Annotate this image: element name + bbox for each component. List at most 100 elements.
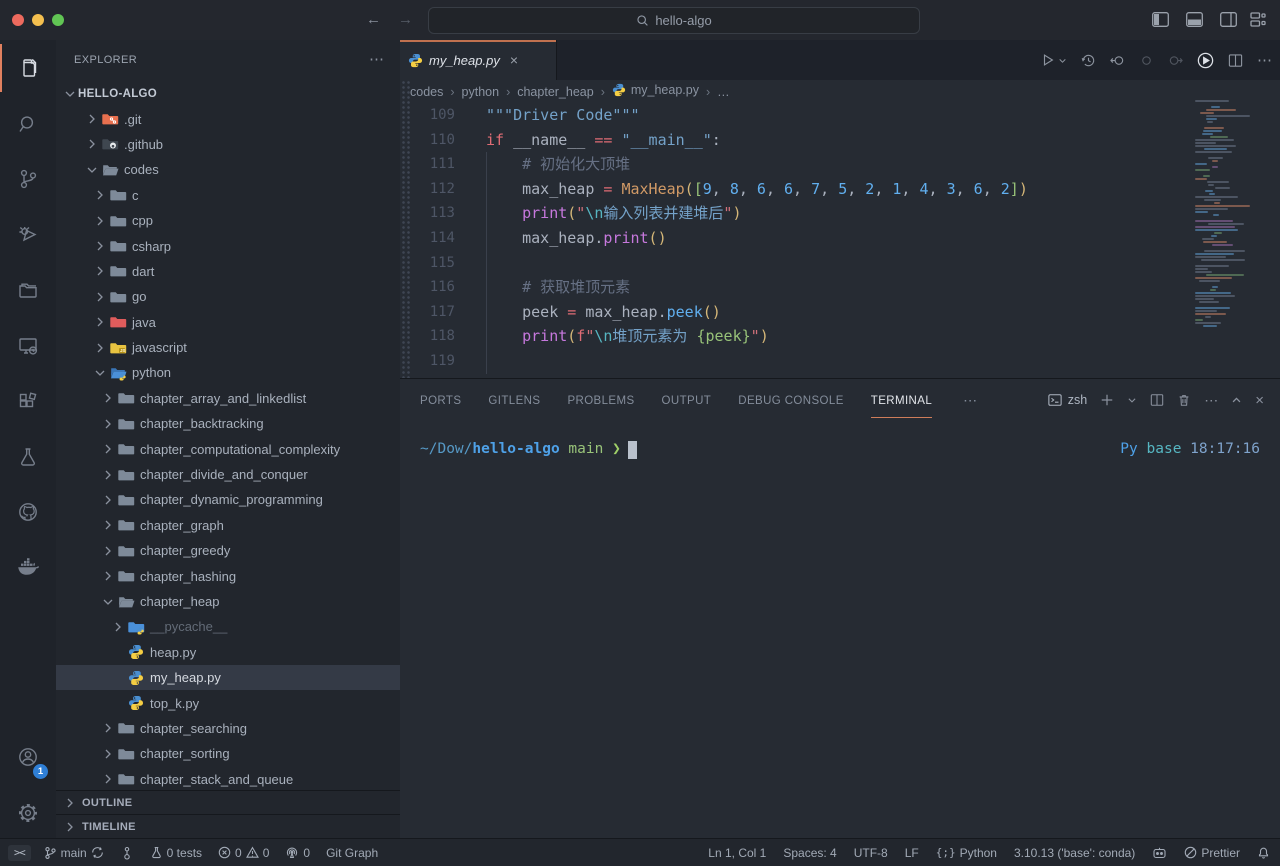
open-changes-forward-icon[interactable] — [1168, 53, 1183, 68]
tree-folder-chapter-backtracking[interactable]: chapter_backtracking — [56, 411, 400, 436]
language-mode[interactable]: {;}Python — [936, 846, 997, 860]
shell-indicator[interactable]: zsh — [1048, 393, 1087, 407]
remote-indicator[interactable]: >< — [8, 845, 31, 861]
tree-folder--git[interactable]: .git — [56, 106, 400, 131]
tree-file-heap-py[interactable]: heap.py — [56, 640, 400, 665]
panel-tab-ports[interactable]: PORTS — [420, 383, 461, 417]
tree-folder-chapter-searching[interactable]: chapter_searching — [56, 716, 400, 741]
panel-tab-output[interactable]: OUTPUT — [662, 383, 712, 417]
breadcrumb[interactable]: codes›python›chapter_heap›my_heap.py›… — [410, 80, 1200, 103]
tree-folder-chapter-heap[interactable]: chapter_heap — [56, 589, 400, 614]
explorer-icon[interactable] — [0, 44, 56, 92]
panel-tab-debug-console[interactable]: DEBUG CONSOLE — [738, 383, 844, 417]
run-and-debug-icon[interactable] — [0, 210, 56, 258]
minimize-window-button[interactable] — [32, 14, 44, 26]
toggle-secondary-sidebar-icon[interactable] — [1220, 12, 1237, 27]
panel-tab-gitlens[interactable]: GITLENS — [488, 383, 540, 417]
tree-folder-chapter-hashing[interactable]: chapter_hashing — [56, 563, 400, 588]
close-window-button[interactable] — [12, 14, 24, 26]
panel-more-actions-icon[interactable]: ⋯ — [1204, 392, 1218, 409]
accounts-icon[interactable]: 1 — [0, 733, 56, 781]
tree-folder-chapter-array-and-linkedlist[interactable]: chapter_array_and_linkedlist — [56, 386, 400, 411]
breadcrumb-item[interactable]: … — [717, 85, 730, 99]
prettier-status[interactable]: Prettier — [1184, 846, 1240, 860]
minimap[interactable] — [1195, 100, 1262, 338]
tab-close-icon[interactable]: × — [510, 52, 518, 68]
source-control-icon[interactable] — [0, 155, 56, 203]
split-terminal-icon[interactable] — [1150, 393, 1164, 407]
extensions-icon[interactable] — [0, 378, 56, 426]
navigate-back-icon[interactable]: ← — [366, 11, 381, 28]
copilot-icon[interactable] — [1152, 846, 1167, 859]
maximize-panel-icon[interactable] — [1231, 395, 1242, 406]
project-manager-icon[interactable] — [0, 266, 56, 314]
docker-icon[interactable] — [0, 543, 56, 591]
feedback-status[interactable]: 0 — [285, 846, 310, 860]
tree-file-my-heap-py[interactable]: my_heap.py — [56, 665, 400, 690]
search-icon[interactable] — [0, 100, 56, 148]
breadcrumb-item[interactable]: python — [462, 85, 500, 99]
close-panel-icon[interactable]: × — [1255, 392, 1264, 409]
tree-folder--pycache-[interactable]: __pycache__ — [56, 614, 400, 639]
tree-folder-python[interactable]: python — [56, 360, 400, 385]
breadcrumb-item[interactable]: chapter_heap — [517, 85, 593, 99]
tree-folder--github[interactable]: .github — [56, 132, 400, 157]
cursor-position[interactable]: Ln 1, Col 1 — [708, 846, 766, 860]
split-editor-icon[interactable] — [1228, 53, 1243, 68]
tree-folder-chapter-sorting[interactable]: chapter_sorting — [56, 741, 400, 766]
manage-icon[interactable] — [0, 789, 56, 837]
terminal-dropdown-icon[interactable] — [1127, 395, 1137, 405]
toggle-panel-icon[interactable] — [1186, 12, 1203, 27]
run-or-debug-icon[interactable] — [1197, 52, 1214, 69]
breadcrumb-item[interactable]: my_heap.py — [612, 83, 699, 100]
tree-folder-dart[interactable]: dart — [56, 259, 400, 284]
tests-status[interactable]: 0 tests — [150, 846, 202, 860]
tree-folder-hello-algo[interactable]: HELLO-ALGO — [56, 81, 400, 106]
tree-folder-chapter-stack-and-queue[interactable]: chapter_stack_and_queue — [56, 767, 400, 792]
github-icon[interactable] — [0, 488, 56, 536]
encoding[interactable]: UTF-8 — [854, 846, 888, 860]
tree-folder-go[interactable]: go — [56, 284, 400, 309]
breadcrumb-item[interactable]: codes — [410, 85, 443, 99]
panel-tab-terminal[interactable]: TERMINAL — [871, 383, 932, 418]
outline-section-header[interactable]: OUTLINE — [56, 790, 400, 815]
tree-folder-chapter-greedy[interactable]: chapter_greedy — [56, 538, 400, 563]
open-changes-icon[interactable] — [1139, 53, 1154, 68]
indentation[interactable]: Spaces: 4 — [783, 846, 836, 860]
panel-tab-problems[interactable]: PROBLEMS — [567, 383, 634, 417]
tree-folder-javascript[interactable]: >JSjavascript — [56, 335, 400, 360]
maximize-window-button[interactable] — [52, 14, 64, 26]
panel-tabs-more-icon[interactable]: ⋯ — [963, 392, 977, 409]
customize-layout-icon[interactable] — [1250, 12, 1266, 27]
notifications-bell-icon[interactable] — [1257, 846, 1270, 859]
run-python-file-icon[interactable] — [1041, 53, 1067, 67]
command-center-search[interactable]: hello-algo — [428, 7, 920, 34]
navigate-forward-icon[interactable]: → — [398, 11, 413, 28]
tree-folder-chapter-dynamic-programming[interactable]: chapter_dynamic_programming — [56, 487, 400, 512]
tree-folder-cpp[interactable]: cpp — [56, 208, 400, 233]
gitlens-status[interactable] — [120, 846, 134, 860]
tree-folder-chapter-computational-complexity[interactable]: chapter_computational_complexity — [56, 436, 400, 461]
branch-status[interactable]: main — [43, 846, 104, 860]
git-graph-status[interactable]: Git Graph — [326, 846, 378, 860]
tree-folder-csharp[interactable]: csharp — [56, 233, 400, 258]
more-actions-icon[interactable]: ⋯ — [1257, 51, 1272, 69]
timeline-history-icon[interactable] — [1081, 53, 1096, 68]
tree-folder-c[interactable]: c — [56, 183, 400, 208]
explorer-more-actions-icon[interactable]: ⋯ — [369, 50, 384, 68]
tree-file-top-k-py[interactable]: top_k.py — [56, 690, 400, 715]
tree-folder-codes[interactable]: codes — [56, 157, 400, 182]
timeline-section-header[interactable]: TIMELINE — [56, 814, 400, 839]
tree-folder-chapter-divide-and-conquer[interactable]: chapter_divide_and_conquer — [56, 462, 400, 487]
testing-icon[interactable] — [0, 433, 56, 481]
remote-explorer-icon[interactable] — [0, 322, 56, 370]
code-area[interactable]: 109"""Driver Code"""110if __name__ == "_… — [400, 103, 1195, 378]
terminal[interactable]: ~/Dow/hello-algo main ❯ Py base 18:17:16 — [420, 441, 1260, 459]
tree-folder-chapter-graph[interactable]: chapter_graph — [56, 513, 400, 538]
toggle-primary-sidebar-icon[interactable] — [1152, 12, 1169, 27]
tree-folder-java[interactable]: java — [56, 310, 400, 335]
tab-my-heap-py[interactable]: my_heap.py × — [400, 40, 557, 80]
problems-status[interactable]: 00 — [218, 846, 269, 860]
python-interpreter[interactable]: 3.10.13 ('base': conda) — [1014, 846, 1135, 860]
eol-sequence[interactable]: LF — [905, 846, 919, 860]
